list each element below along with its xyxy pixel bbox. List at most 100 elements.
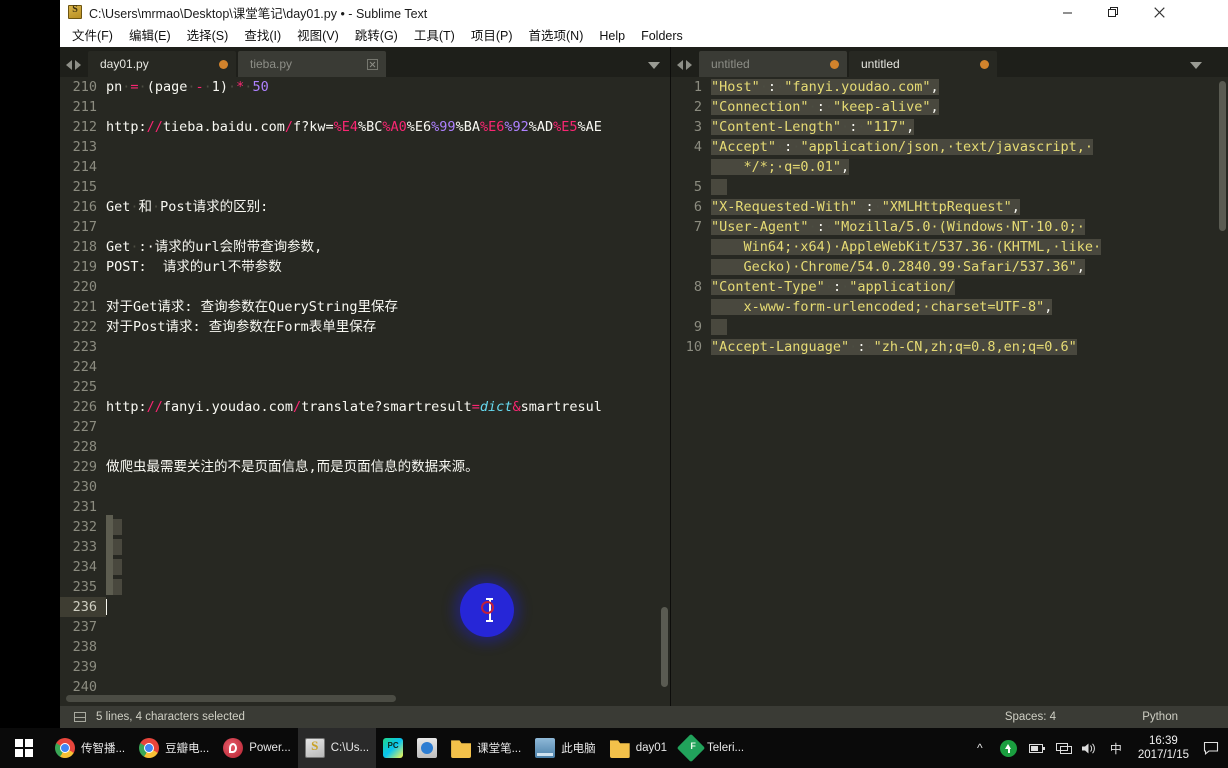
battery-icon[interactable] — [1025, 728, 1051, 768]
right-vertical-scrollbar[interactable] — [1219, 81, 1226, 231]
taskbar-item-1[interactable]: 传智播... — [48, 728, 132, 768]
code-line[interactable]: 221 对于Get请求: 查询参数在QueryString里保存 — [60, 297, 670, 317]
code-line[interactable]: 233 — [60, 537, 670, 557]
code-line[interactable]: 238 — [60, 637, 670, 657]
code-text[interactable] — [106, 277, 670, 297]
menu-item-1[interactable]: 文件(F) — [64, 26, 121, 46]
code-line[interactable]: 214 — [60, 157, 670, 177]
code-line[interactable]: 1 "Host"·:·"fanyi.youdao.com", — [671, 77, 1228, 97]
code-text[interactable] — [711, 317, 1228, 337]
menu-item-11[interactable]: Folders — [633, 26, 691, 46]
code-line[interactable]: 226 http://fanyi.youdao.com/translate?sma… — [60, 397, 670, 417]
code-line[interactable]: 222 对于Post请求: 查询参数在Form表单里保存 — [60, 317, 670, 337]
code-text[interactable]: Win64;·x64)·AppleWebKit/537.36·(KHTML,·l… — [711, 237, 1228, 257]
code-line[interactable]: 232 — [60, 517, 670, 537]
code-line[interactable]: 216 Get·和·Post请求的区别: — [60, 197, 670, 217]
action-center-icon[interactable] — [1198, 728, 1224, 768]
windows-update-icon[interactable] — [993, 728, 1025, 768]
code-line[interactable]: 10 "Accept-Language"·:·"zh-CN,zh;q=0.8,en… — [671, 337, 1228, 357]
indentation-status[interactable]: Spaces: 4 — [1005, 711, 1056, 723]
tab-prev-arrow-icon[interactable] — [677, 60, 683, 70]
unsaved-dot-icon[interactable] — [980, 59, 989, 69]
code-text[interactable] — [106, 577, 670, 597]
code-text[interactable]: "X-Requested-With"·:·"XMLHttpRequest", — [711, 197, 1228, 217]
code-line[interactable]: 237 — [60, 617, 670, 637]
code-text[interactable] — [106, 597, 670, 617]
close-button[interactable] — [1136, 0, 1182, 24]
menu-item-2[interactable]: 编辑(E) — [121, 26, 179, 46]
code-line[interactable]: 3 "Content-Length"·:·"117", — [671, 117, 1228, 137]
code-line[interactable]: 225 — [60, 377, 670, 397]
code-text[interactable] — [106, 557, 670, 577]
menu-item-9[interactable]: 首选项(N) — [521, 26, 592, 46]
code-text[interactable] — [106, 97, 670, 117]
unsaved-dot-icon[interactable] — [830, 59, 839, 69]
code-text[interactable]: "Host"·:·"fanyi.youdao.com", — [711, 77, 1228, 97]
menu-item-8[interactable]: 项目(P) — [463, 26, 521, 46]
menu-item-6[interactable]: 跳转(G) — [347, 26, 406, 46]
code-text[interactable]: pn·=·(page·-·1)·*·50 — [106, 77, 670, 97]
minimize-button[interactable] — [1044, 0, 1090, 24]
code-line[interactable]: 212 http://tieba.baidu.com/f?kw=%E4%BC%A0… — [60, 117, 670, 137]
left-tab-2[interactable]: tieba.py — [238, 51, 386, 77]
code-text[interactable] — [106, 357, 670, 377]
code-line[interactable]: 5 — [671, 177, 1228, 197]
code-line[interactable]: 4 "Accept"·:·"application/json,·text/java… — [671, 137, 1228, 157]
code-text[interactable]: 对于Get请求: 查询参数在QueryString里保存 — [106, 297, 670, 317]
left-vertical-scrollbar[interactable] — [661, 607, 668, 687]
code-line[interactable]: 236 — [60, 597, 670, 617]
code-line[interactable]: 9 — [671, 317, 1228, 337]
code-line[interactable]: 215 — [60, 177, 670, 197]
code-text[interactable]: "Accept"·:·"application/json,·text/javas… — [711, 137, 1228, 157]
code-text[interactable]: "Accept-Language"·:·"zh-CN,zh;q=0.8,en;q… — [711, 337, 1228, 357]
code-text[interactable]: http://fanyi.youdao.com/translate?smartr… — [106, 397, 670, 417]
code-text[interactable] — [106, 477, 670, 497]
code-text[interactable] — [106, 657, 670, 677]
code-line[interactable]: */*;·q=0.01", — [671, 157, 1228, 177]
code-text[interactable]: Get·和·Post请求的区别: — [106, 197, 670, 217]
code-text[interactable] — [106, 617, 670, 637]
code-text[interactable] — [106, 337, 670, 357]
code-text[interactable]: x-www-form-urlencoded;·charset=UTF-8", — [711, 297, 1228, 317]
code-line[interactable]: 224 — [60, 357, 670, 377]
taskbar-item-10[interactable]: Teleri... — [674, 728, 751, 768]
code-text[interactable] — [106, 677, 670, 697]
code-text[interactable]: http://tieba.baidu.com/f?kw=%E4%BC%A0%E6… — [106, 117, 670, 137]
code-text[interactable] — [106, 417, 670, 437]
code-text[interactable] — [106, 517, 670, 537]
close-tab-icon[interactable] — [367, 58, 378, 70]
code-line[interactable]: 223 — [60, 337, 670, 357]
left-tab-1[interactable]: day01.py — [88, 51, 236, 77]
code-text[interactable]: "Connection"·:·"keep-alive", — [711, 97, 1228, 117]
tab-next-arrow-icon[interactable] — [686, 60, 692, 70]
maximize-button[interactable] — [1090, 0, 1136, 24]
right-editor-pane[interactable]: 1 "Host"·:·"fanyi.youdao.com", 2 "Connectio… — [671, 77, 1228, 706]
code-line[interactable]: 230 — [60, 477, 670, 497]
code-text[interactable]: 做爬虫最需要关注的不是页面信息,而是页面信息的数据来源。 — [106, 457, 670, 477]
code-line[interactable]: 8 "Content-Type"·:·"application/ — [671, 277, 1228, 297]
code-text[interactable]: Get·:·请求的url会附带查询参数, — [106, 237, 670, 257]
left-tab-menu-caret-icon[interactable] — [648, 62, 660, 69]
taskbar-item-5[interactable] — [376, 728, 410, 768]
code-line[interactable]: 240 — [60, 677, 670, 697]
menu-item-7[interactable]: 工具(T) — [406, 26, 463, 46]
taskbar-item-2[interactable]: 豆瓣电... — [132, 728, 216, 768]
code-text[interactable]: "Content-Length"·:·"117", — [711, 117, 1228, 137]
right-tab-scroll-arrows[interactable] — [671, 60, 699, 77]
right-tab-menu-caret-icon[interactable] — [1190, 62, 1202, 69]
code-line[interactable]: 227 — [60, 417, 670, 437]
code-text[interactable] — [106, 497, 670, 517]
code-line[interactable]: 213 — [60, 137, 670, 157]
menu-item-3[interactable]: 选择(S) — [179, 26, 237, 46]
left-horizontal-scrollbar[interactable] — [66, 695, 396, 702]
taskbar-item-9[interactable]: day01 — [603, 728, 674, 768]
tray-chevron-icon[interactable]: ^ — [967, 728, 993, 768]
volume-icon[interactable] — [1077, 728, 1103, 768]
taskbar-item-3[interactable]: Power... — [216, 728, 298, 768]
code-line[interactable]: 234 — [60, 557, 670, 577]
code-line[interactable]: 6 "X-Requested-With"·:·"XMLHttpRequest", — [671, 197, 1228, 217]
code-line[interactable]: 218 Get·:·请求的url会附带查询参数, — [60, 237, 670, 257]
right-tab-2[interactable]: untitled — [849, 51, 997, 77]
clock[interactable]: 16:39 2017/1/15 — [1129, 728, 1198, 768]
code-text[interactable] — [106, 377, 670, 397]
